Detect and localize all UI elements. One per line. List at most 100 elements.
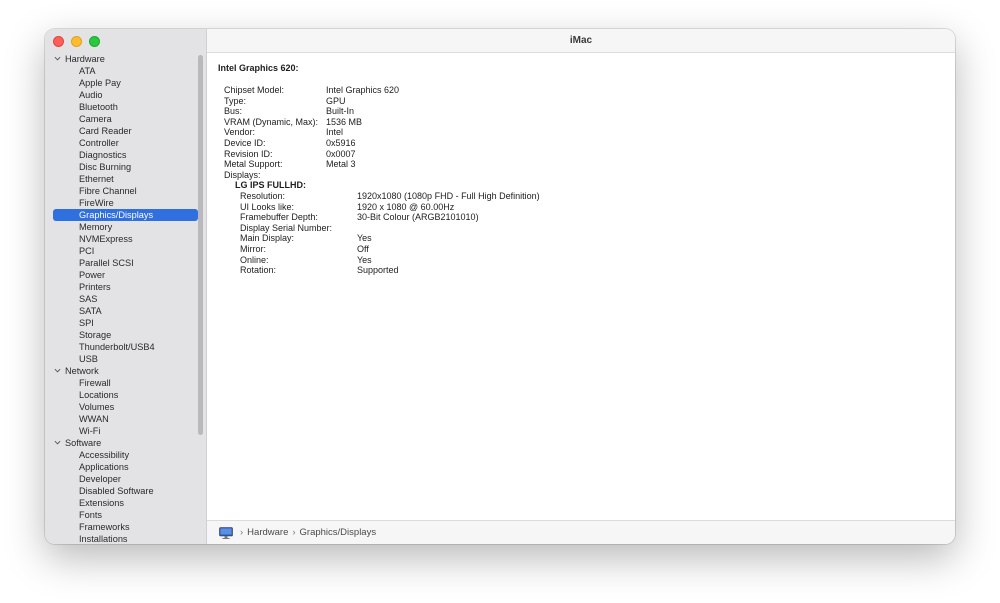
property-value: 1536 MB (326, 116, 363, 127)
property-row: Chipset Model: Intel Graphics 620 (218, 85, 955, 96)
property-value: Yes (357, 233, 372, 244)
property-value: Built-In (326, 106, 355, 117)
sidebar-scrollbar[interactable] (198, 55, 203, 435)
sidebar-item[interactable]: SPI (45, 317, 206, 329)
sidebar-item[interactable]: Power (45, 269, 206, 281)
display-properties: Resolution: 1920x1080 (1080p FHD - Full H… (218, 191, 955, 276)
sidebar-item[interactable]: Fibre Channel (45, 185, 206, 197)
property-key: Resolution: (240, 190, 286, 201)
property-row: Vendor: Intel (218, 127, 955, 138)
property-key: Framebuffer Depth: (240, 212, 318, 223)
property-key: Mirror: (240, 243, 266, 254)
property-key: UI Looks like: (240, 201, 295, 212)
property-row: Resolution: 1920x1080 (1080p FHD - Full H… (218, 191, 955, 202)
property-key: Rotation: (240, 265, 277, 276)
sidebar-item[interactable]: Volumes (45, 401, 206, 413)
sidebar-item[interactable]: Camera (45, 113, 206, 125)
property-key: Main Display: (240, 233, 295, 244)
property-key: Bus: (224, 106, 243, 117)
sidebar-item[interactable]: PCI (45, 245, 206, 257)
property-value: Supported (357, 265, 399, 276)
sidebar-item[interactable]: FireWire (45, 197, 206, 209)
sidebar-item[interactable]: Applications (45, 461, 206, 473)
sidebar-item[interactable]: Diagnostics (45, 149, 206, 161)
sidebar-item[interactable]: Installations (45, 533, 206, 544)
property-value: Off (357, 243, 369, 254)
breadcrumb-segment[interactable]: Graphics/Displays (300, 527, 377, 538)
zoom-button[interactable] (89, 36, 100, 47)
property-key: Device ID: (224, 137, 266, 148)
property-row: Main Display: Yes (218, 233, 955, 244)
sidebar-item[interactable]: Printers (45, 281, 206, 293)
sidebar-item[interactable]: USB (45, 353, 206, 365)
sidebar-item[interactable]: Accessibility (45, 449, 206, 461)
sidebar-item[interactable]: Parallel SCSI (45, 257, 206, 269)
sidebar-item[interactable]: Controller (45, 137, 206, 149)
property-value: Intel (326, 127, 344, 138)
close-button[interactable] (53, 36, 64, 47)
breadcrumb-segment[interactable]: Hardware (247, 527, 288, 538)
system-information-window: Hardware ATA Apple Pay Audio Bluetooth Camera… (45, 29, 955, 544)
property-row: Display Serial Number: (218, 223, 955, 234)
sidebar-item[interactable]: Developer (45, 473, 206, 485)
sidebar-item[interactable]: Disabled Software (45, 485, 206, 497)
sidebar-item[interactable]: Wi-Fi (45, 425, 206, 437)
sidebar-section-2[interactable]: Software (45, 437, 206, 449)
sidebar-item[interactable]: Disc Burning (45, 161, 206, 173)
property-row: Revision ID: 0x0007 (218, 149, 955, 160)
chevron-down-icon[interactable] (54, 367, 61, 374)
property-value: Intel Graphics 620 (326, 85, 400, 95)
sidebar-item[interactable]: ATA (45, 65, 206, 77)
property-key: Display Serial Number: (240, 222, 333, 233)
minimize-button[interactable] (71, 36, 82, 47)
property-row: Type: GPU (218, 96, 955, 107)
sidebar-item[interactable]: Extensions (45, 497, 206, 509)
sidebar-section-label: Software (65, 438, 102, 448)
chevron-right-icon: › (292, 527, 296, 538)
sidebar-item[interactable]: SAS (45, 293, 206, 305)
property-row: Online: Yes (218, 255, 955, 266)
sidebar-item[interactable]: Thunderbolt/USB4 (45, 341, 206, 353)
property-row: Framebuffer Depth: 30-Bit Colour (ARGB210… (218, 212, 955, 223)
sidebar-item[interactable]: Memory (45, 221, 206, 233)
property-value: Metal 3 (326, 159, 356, 170)
sidebar-item[interactable]: Locations (45, 389, 206, 401)
property-row: Mirror: Off (218, 244, 955, 255)
breadcrumb: › Hardware › Graphics/Displays (236, 527, 376, 538)
property-row: Device ID: 0x5916 (218, 138, 955, 149)
sidebar-section-label: Network (65, 366, 99, 376)
sidebar-item[interactable]: Ethernet (45, 173, 206, 185)
sidebar-item[interactable]: Card Reader (45, 125, 206, 137)
chevron-down-icon[interactable] (54, 439, 61, 446)
sidebar-item[interactable]: WWAN (45, 413, 206, 425)
sidebar-section-0[interactable]: Hardware (45, 53, 206, 65)
property-value: GPU (326, 95, 346, 106)
property-row: Metal Support: Metal 3 (218, 159, 955, 170)
sidebar-section-label: Hardware (65, 54, 105, 64)
window-title: iMac (207, 29, 955, 53)
sidebar-item[interactable]: Apple Pay (45, 77, 206, 89)
chevron-right-icon: › (240, 527, 244, 538)
detail-pane: Intel Graphics 620: Chipset Model: Intel … (207, 53, 955, 520)
sidebar-item[interactable]: NVMExpress (45, 233, 206, 245)
property-key: Chipset Model: (224, 85, 285, 95)
property-key: Online: (240, 254, 269, 265)
sidebar-item[interactable]: Storage (45, 329, 206, 341)
display-heading: LG IPS FULLHD: (235, 180, 306, 191)
device-heading: Intel Graphics 620: (218, 63, 299, 73)
property-key: Revision ID: (224, 148, 273, 159)
sidebar-item[interactable]: Frameworks (45, 521, 206, 533)
property-key: Displays: (224, 169, 261, 180)
sidebar-item[interactable]: Fonts (45, 509, 206, 521)
sidebar-item[interactable]: Firewall (45, 377, 206, 389)
sidebar-section-1[interactable]: Network (45, 365, 206, 377)
sidebar-item[interactable]: Audio (45, 89, 206, 101)
sidebar: Hardware ATA Apple Pay Audio Bluetooth Camera… (45, 29, 207, 544)
sidebar-item[interactable]: SATA (45, 305, 206, 317)
sidebar-item[interactable]: Graphics/Displays (53, 209, 198, 221)
device-properties: Chipset Model: Intel Graphics 620 Type: GPU… (218, 85, 955, 180)
property-row: Rotation: Supported (218, 265, 955, 276)
chevron-down-icon[interactable] (54, 55, 61, 62)
property-value: 0x0007 (326, 148, 356, 159)
sidebar-item[interactable]: Bluetooth (45, 101, 206, 113)
